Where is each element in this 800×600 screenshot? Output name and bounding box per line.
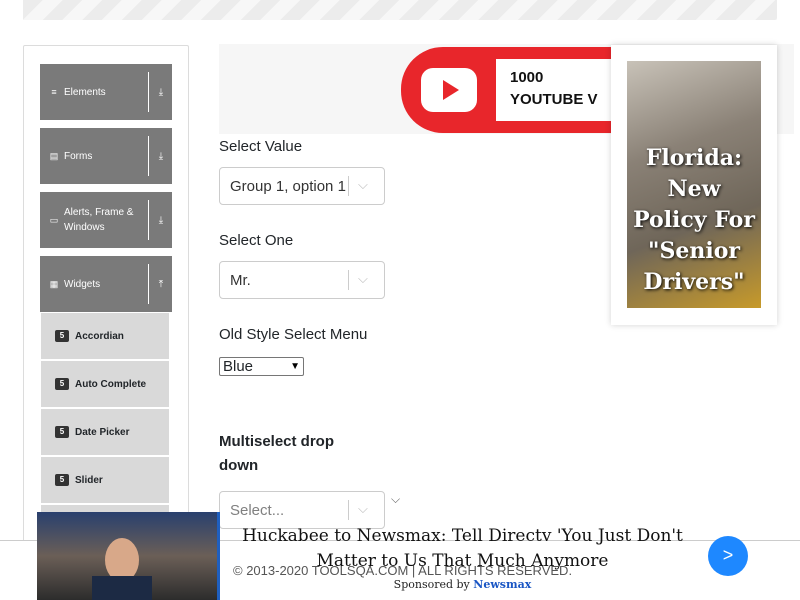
side-ad-headline: Florida: New Policy For "Senior Drivers" [633, 145, 755, 295]
sidebar-item-date-picker[interactable]: 5 Date Picker [41, 409, 169, 455]
ad-sponsor: Sponsored by Newsmax [230, 578, 695, 591]
divider [148, 264, 149, 304]
chevron-down-icon[interactable]: ⌵ [358, 271, 368, 287]
expand-arrow-icon[interactable]: ⤓ [154, 64, 168, 120]
caret-down-icon: ⌵ [391, 492, 401, 506]
selected-value: Blue [223, 358, 254, 375]
expand-arrow-icon[interactable]: ⤓ [154, 128, 168, 184]
multiselect-placeholder: Select... [230, 502, 285, 519]
dropdown-arrow-icon: ▼ [290, 361, 300, 372]
sidebar-item-label: Date Picker [75, 426, 130, 438]
group-header-forms[interactable]: ▤ Forms ⤓ [40, 128, 172, 184]
divider [148, 136, 149, 176]
side-ad[interactable]: Florida: New Policy For "Senior Drivers" [611, 45, 777, 325]
group-label: Alerts, Frame & Windows [64, 207, 134, 233]
html5-icon: 5 [55, 330, 69, 342]
group-label: Elements [64, 86, 106, 98]
group-label: Forms [64, 150, 93, 162]
divider [148, 200, 149, 240]
select-value-label: Select Value [219, 138, 303, 155]
person-suit [92, 576, 152, 600]
sponsored-by-label: Sponsored by [393, 578, 470, 591]
sidebar-item-slider[interactable]: 5 Slider [41, 457, 169, 503]
html5-icon: 5 [55, 426, 69, 438]
old-style-select-menu[interactable]: Blue ▼ [219, 357, 304, 376]
collapse-arrow-icon[interactable]: ⤒ [154, 256, 168, 312]
divider [348, 500, 349, 520]
chevron-down-icon[interactable]: ⌵ [358, 501, 368, 517]
window-icon: ▭ [49, 214, 59, 225]
sidebar-item-accordian[interactable]: 5 Accordian [41, 313, 169, 359]
group-header-widgets[interactable]: ▦ Widgets ⤒ [40, 256, 172, 312]
sidebar-item-label: Auto Complete [75, 378, 147, 390]
sidebar-item-auto-complete[interactable]: 5 Auto Complete [41, 361, 169, 407]
select-one-dropdown[interactable]: Mr. ⌵ [219, 261, 385, 299]
grid-icon: ▦ [49, 278, 59, 289]
select-one-label: Select One [219, 232, 294, 249]
html5-icon: 5 [55, 378, 69, 390]
multiselect-label: Multiselect drop down [219, 433, 335, 474]
form-icon: ▤ [49, 150, 59, 161]
bottom-ad-headline[interactable]: Huckabee to Newsmax: Tell Directv 'You J… [230, 524, 695, 574]
sidebar-item-label: Accordian [75, 330, 124, 342]
bottom-ad-image[interactable] [37, 512, 220, 600]
group-header-elements[interactable]: ≡ Elements ⤓ [40, 64, 172, 120]
expand-arrow-icon[interactable]: ⤓ [154, 192, 168, 248]
divider [348, 176, 349, 196]
top-banner-ad [23, 0, 777, 20]
selected-value: Mr. [230, 272, 251, 289]
list-icon: ≡ [51, 87, 57, 97]
sponsor-link[interactable]: Newsmax [473, 578, 531, 591]
divider [148, 72, 149, 112]
html5-icon: 5 [55, 474, 69, 486]
group-label: Widgets [64, 278, 101, 290]
next-ad-button[interactable]: > [708, 536, 748, 576]
old-style-select-label: Old Style Select Menu [219, 326, 368, 343]
sidebar-item-label: Slider [75, 474, 103, 486]
play-icon [421, 68, 477, 112]
divider [348, 270, 349, 290]
chevron-down-icon[interactable]: ⌵ [358, 177, 368, 193]
select-value-dropdown[interactable]: Group 1, option 1 ⌵ [219, 167, 385, 205]
selected-value: Group 1, option 1 [230, 178, 346, 195]
group-header-alerts[interactable]: ▭ Alerts, Frame & Windows ⤓ [40, 192, 172, 248]
